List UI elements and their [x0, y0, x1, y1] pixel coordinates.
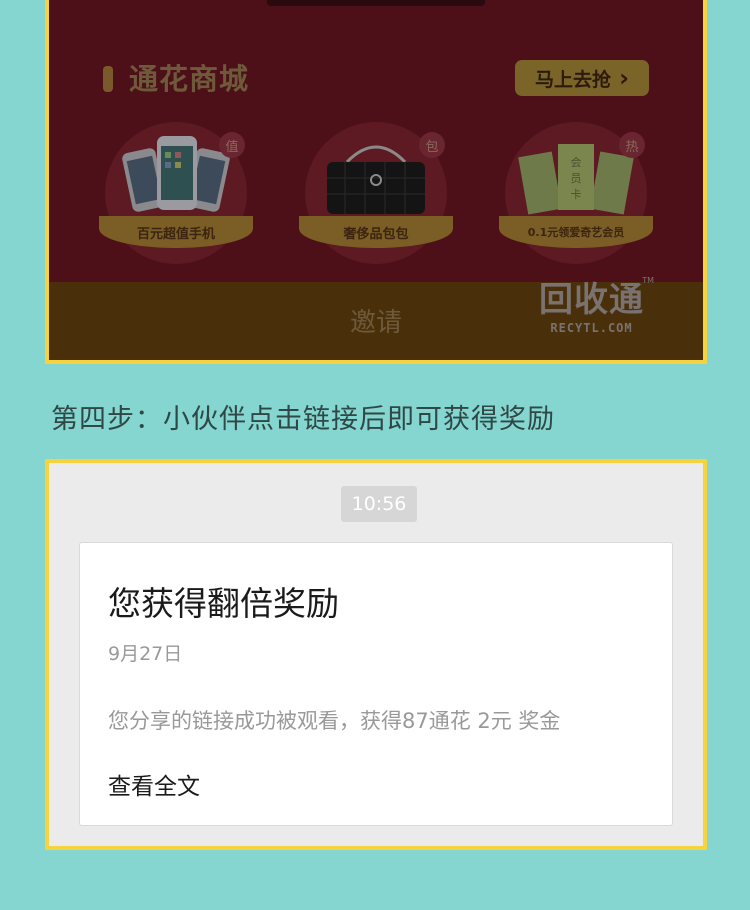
- read-full-text-link[interactable]: 查看全文: [108, 767, 200, 801]
- mall-title: 通花商城: [129, 62, 250, 96]
- product-tag: 值: [219, 132, 245, 158]
- logo-domain: RECYTL.COM: [550, 321, 633, 335]
- grab-now-label: 马上去抢: [535, 68, 612, 91]
- recytl-logo: 回收通 RECYTL.COM TM: [539, 272, 654, 335]
- section-marker: [103, 66, 113, 92]
- grab-now-button[interactable]: 马上去抢 ›: [515, 60, 649, 96]
- card-date: 9月27日: [108, 643, 183, 665]
- top-tab-edge: [267, 0, 485, 6]
- mall-screenshot-frame: 通花商城 马上去抢 › 值 百元超值手机 包 奢侈品包包 会 员 卡 热 0.1…: [45, 0, 707, 364]
- reward-message-card[interactable]: 您获得翻倍奖励 9月27日 您分享的链接成功被观看，获得87通花 2元 奖金 查…: [79, 542, 673, 826]
- card-text-1: 会: [571, 156, 582, 169]
- chat-screenshot-frame: 10:56 您获得翻倍奖励 9月27日 您分享的链接成功被观看，获得87通花 2…: [45, 459, 707, 850]
- logo-name: 回收通: [539, 280, 644, 320]
- product-member-card[interactable]: 会 员 卡 热 0.1元领爱奇艺会员: [499, 122, 653, 264]
- chevron-right-icon: ›: [619, 64, 629, 92]
- product-tag: 热: [619, 132, 645, 158]
- step-four-text: 第四步：小伙伴点击链接后即可获得奖励: [51, 404, 555, 435]
- product-tag: 包: [419, 132, 445, 158]
- message-timestamp: 10:56: [341, 486, 417, 522]
- card-title: 您获得翻倍奖励: [108, 584, 339, 623]
- card-body: 您分享的链接成功被观看，获得87通花 2元 奖金: [108, 709, 561, 733]
- product-handbag[interactable]: 包 奢侈品包包: [299, 122, 453, 264]
- card-text-3: 卡: [571, 188, 582, 201]
- card-text-2: 员: [571, 172, 582, 185]
- invite-strip: 邀请 回收通 RECYTL.COM TM: [49, 276, 703, 360]
- logo-tm: TM: [642, 276, 654, 285]
- product-phones[interactable]: 值 百元超值手机: [99, 122, 253, 264]
